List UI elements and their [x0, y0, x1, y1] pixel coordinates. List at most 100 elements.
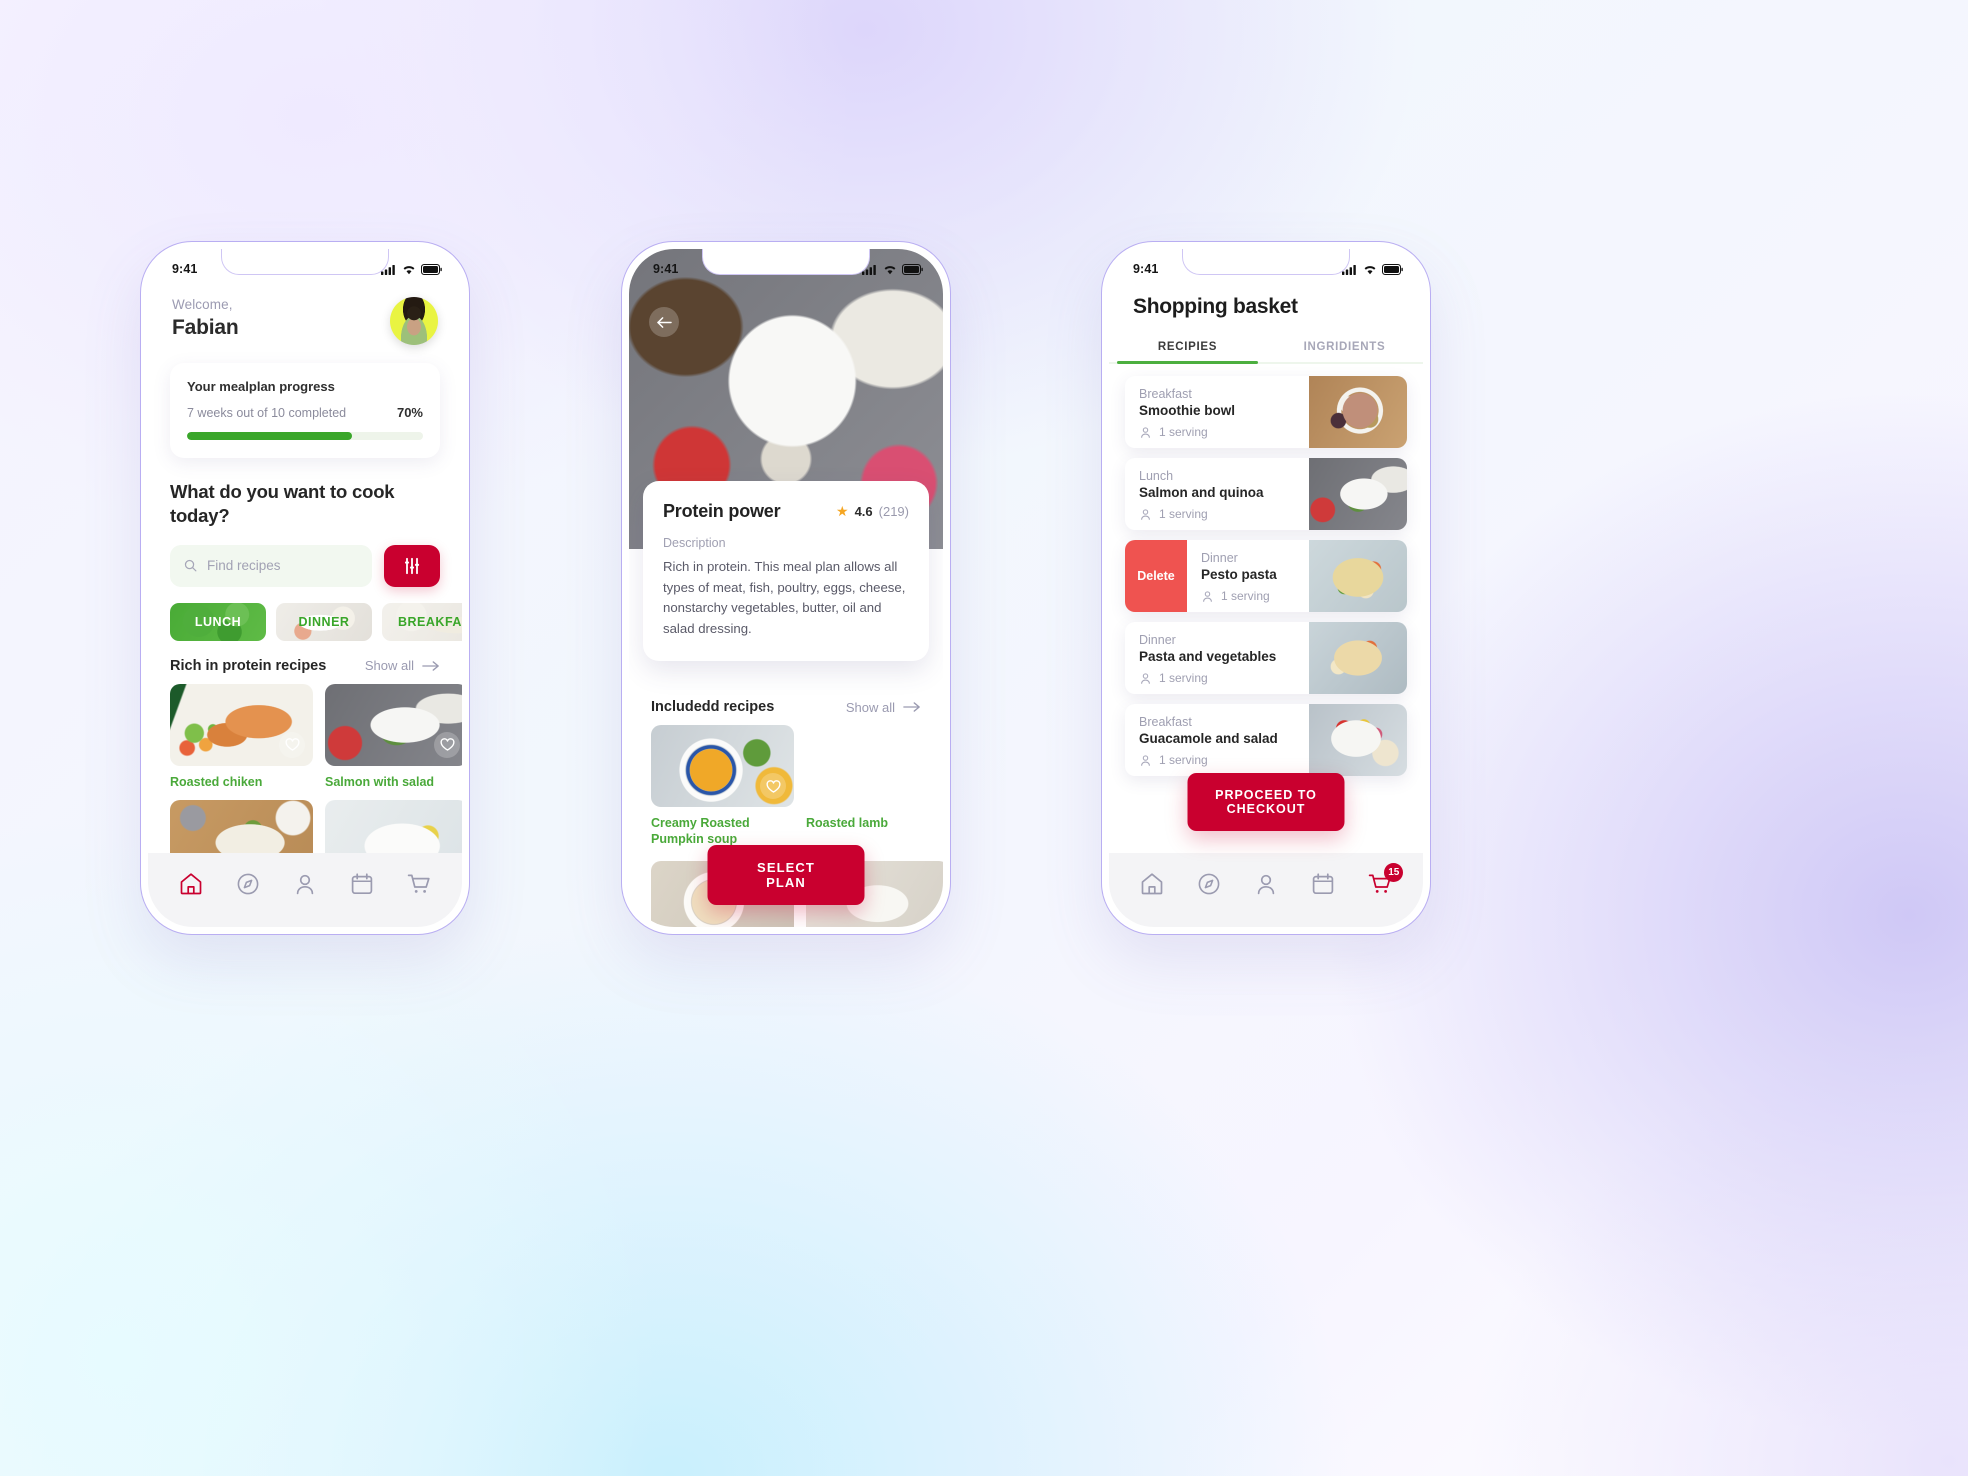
tab-cart[interactable] — [402, 867, 436, 901]
servings: 1 serving — [1139, 671, 1309, 685]
sliders-filter-icon — [404, 557, 420, 574]
tab-explore[interactable] — [231, 867, 265, 901]
tab-ingridients[interactable]: INGRIDIENTS — [1266, 333, 1423, 362]
recipe-name: Guacamole and salad — [1139, 731, 1278, 746]
phone-mockup-shopping-basket: 9:41 Shopping basket RECIPIES INGRIDIENTS… — [1101, 241, 1431, 935]
arrow-right-icon — [422, 661, 439, 671]
recipe-name: Roasted lamb — [806, 816, 888, 830]
home-icon — [1141, 873, 1162, 895]
search-input[interactable] — [207, 558, 358, 574]
person-icon — [1141, 508, 1150, 520]
person-icon — [296, 874, 314, 895]
progress-bar-track — [187, 432, 423, 440]
recipe-card-row-1: Roasted chiken Salmon with salad — [170, 683, 462, 790]
meal-type: Breakfast — [1139, 715, 1192, 729]
tab-profile[interactable] — [1249, 867, 1283, 901]
phone1-screen: 9:41 Welcome, Fabian Your mealplan progr… — [148, 249, 462, 927]
section-title: Includedd recipes — [651, 699, 775, 715]
arrow-right-icon — [903, 702, 920, 712]
chip-label: LUNCH — [194, 614, 242, 629]
basket-item[interactable]: Breakfast Smoothie bowl 1 serving — [1125, 376, 1407, 448]
progress-subtitle: 7 weeks out of 10 completed — [187, 405, 347, 420]
search-row — [170, 544, 440, 587]
tab-planner[interactable] — [345, 867, 379, 901]
filter-button[interactable] — [384, 544, 440, 587]
servings-label: 1 serving — [1159, 671, 1208, 685]
category-chip-lunch[interactable]: LUNCH — [170, 602, 266, 641]
protein-section-header: Rich in protein recipes Show all — [170, 658, 440, 674]
recipe-name: Salmon with salad — [325, 774, 435, 789]
favorite-button[interactable] — [760, 773, 786, 799]
phone-mockup-home: 9:41 Welcome, Fabian Your mealplan progr… — [140, 241, 470, 935]
recipe-card[interactable]: Roasted lamb — [806, 725, 943, 847]
basket-item-list: Breakfast Smoothie bowl 1 serving Lunch … — [1125, 376, 1407, 776]
show-all-label: Show all — [845, 699, 895, 715]
category-chip-dinner[interactable]: DINNER — [276, 602, 372, 641]
person-icon — [1141, 754, 1150, 766]
basket-item[interactable]: Dinner Pasta and vegetables 1 serving — [1125, 622, 1407, 694]
recipe-thumbnail — [325, 683, 462, 766]
compass-icon — [1198, 873, 1220, 895]
servings-label: 1 serving — [1159, 507, 1208, 521]
show-all-button[interactable]: Show all — [365, 658, 440, 673]
back-button[interactable] — [649, 307, 679, 337]
tab-recipies[interactable]: RECIPIES — [1109, 333, 1266, 364]
favorite-button[interactable] — [434, 731, 460, 758]
category-chip-breakfast[interactable]: BREAKFAST — [382, 602, 462, 641]
user-name: Fabian — [172, 316, 239, 339]
tab-home[interactable] — [1135, 867, 1169, 901]
proceed-to-checkout-button[interactable]: PRPOCEED TO CHECKOUT — [1187, 773, 1345, 831]
recipe-card[interactable]: Salmon with salad — [325, 683, 462, 790]
rating-count: (219) — [878, 504, 909, 519]
rating-value: 4.6 — [854, 504, 873, 519]
recipe-card[interactable]: Creamy Roasted Pumpkin soup — [651, 725, 794, 847]
meal-type: Lunch — [1139, 469, 1174, 483]
bottom-tab-bar: 15 — [1109, 853, 1423, 927]
star-icon: ★ — [836, 503, 849, 519]
meal-type: Breakfast — [1139, 387, 1192, 401]
recipe-thumbnail — [1309, 458, 1407, 530]
phone2-screen: 9:41 Protein power ★ 4.6 (219) Descripti… — [629, 249, 943, 927]
basket-item[interactable]: Breakfast Guacamole and salad 1 serving — [1125, 704, 1407, 776]
basket-item-text: Dinner Pesto pasta 1 serving — [1187, 540, 1309, 612]
show-all-label: Show all — [364, 658, 414, 674]
recipe-name: Pasta and vegetables — [1139, 649, 1277, 664]
servings: 1 serving — [1201, 589, 1309, 603]
recipe-name: Pesto pasta — [1201, 567, 1277, 582]
progress-bar-fill — [187, 432, 353, 440]
servings-label: 1 serving — [1159, 425, 1208, 439]
tab-home[interactable] — [174, 867, 208, 901]
chip-label: DINNER — [298, 614, 350, 629]
select-plan-button[interactable]: SELECT PLAN — [707, 845, 865, 905]
basket-item[interactable]: Delete Dinner Pesto pasta 1 serving — [1125, 540, 1407, 612]
plan-description: Rich in protein. This meal plan allows a… — [663, 559, 906, 636]
tab-planner[interactable] — [1306, 867, 1340, 901]
user-avatar[interactable] — [390, 297, 438, 345]
basket-item-text: Breakfast Guacamole and salad 1 serving — [1125, 704, 1309, 776]
recipe-name: Salmon and quinoa — [1139, 485, 1264, 500]
tab-explore[interactable] — [1192, 867, 1226, 901]
recipe-card[interactable]: Roasted chiken — [170, 683, 313, 790]
show-all-button[interactable]: Show all — [846, 700, 921, 715]
person-icon — [1257, 874, 1275, 895]
basket-item[interactable]: Lunch Salmon and quinoa 1 serving — [1125, 458, 1407, 530]
cart-icon — [408, 874, 430, 893]
basket-item-text: Dinner Pasta and vegetables 1 serving — [1125, 622, 1309, 694]
servings-label: 1 serving — [1221, 589, 1270, 603]
phone-notch — [221, 249, 389, 275]
favorite-button[interactable] — [915, 773, 941, 799]
category-chip-list: LUNCH DINNER BREAKFAST — [170, 602, 462, 641]
home-screen-content: Welcome, Fabian Your mealplan progress 7… — [148, 249, 462, 927]
search-box[interactable] — [170, 544, 372, 587]
delete-button[interactable]: Delete — [1125, 540, 1187, 612]
progress-title: Your mealplan progress — [187, 379, 335, 394]
greeting-block: Welcome, Fabian — [172, 297, 239, 340]
servings: 1 serving — [1139, 507, 1309, 521]
tab-cart[interactable]: 15 — [1363, 863, 1404, 901]
recipe-thumbnail — [1309, 622, 1407, 694]
tab-profile[interactable] — [288, 867, 322, 901]
basket-tabs: RECIPIES INGRIDIENTS — [1109, 333, 1423, 364]
page-title: Shopping basket — [1133, 295, 1298, 318]
favorite-button[interactable] — [279, 731, 305, 758]
compass-icon — [237, 873, 259, 895]
